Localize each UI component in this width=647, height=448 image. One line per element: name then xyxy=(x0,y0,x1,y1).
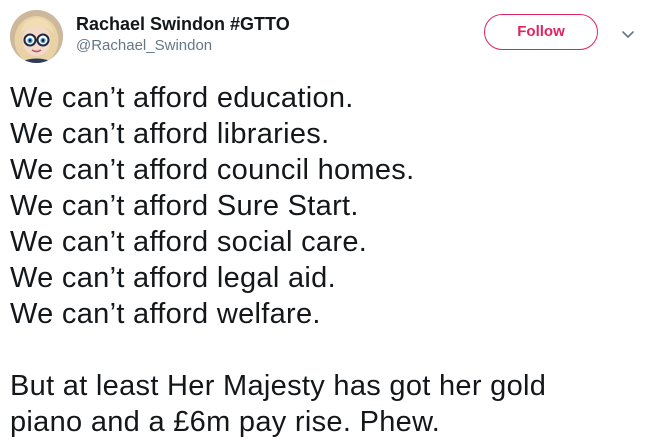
avatar-illustration xyxy=(10,10,63,63)
author-names: Rachael Swindon #GTTO @Rachael_Swindon xyxy=(76,12,290,56)
tweet-text: We can’t afford education. We can’t affo… xyxy=(10,80,630,440)
tweet-card: Rachael Swindon #GTTO @Rachael_Swindon F… xyxy=(0,0,647,448)
tweet-closing-line: piano and a £6m pay rise. Phew. xyxy=(10,406,441,438)
author-handle[interactable]: @Rachael_Swindon xyxy=(76,36,290,56)
tweet-line: We can’t afford welfare. xyxy=(10,298,321,330)
chevron-down-icon[interactable] xyxy=(620,26,636,42)
author-display-name[interactable]: Rachael Swindon #GTTO xyxy=(76,12,290,36)
tweet-closing-line: But at least Her Majesty has got her gol… xyxy=(10,370,547,402)
tweet-line: We can’t afford Sure Start. xyxy=(10,190,359,222)
tweet-line: We can’t afford education. xyxy=(10,82,354,114)
tweet-line: We can’t afford council homes. xyxy=(10,154,415,186)
tweet-line: We can’t afford legal aid. xyxy=(10,262,336,294)
tweet-header: Rachael Swindon #GTTO @Rachael_Swindon F… xyxy=(10,10,637,66)
tweet-line: We can’t afford libraries. xyxy=(10,118,330,150)
follow-button[interactable]: Follow xyxy=(484,14,598,50)
avatar[interactable] xyxy=(10,10,63,63)
tweet-line: We can’t afford social care. xyxy=(10,226,368,258)
